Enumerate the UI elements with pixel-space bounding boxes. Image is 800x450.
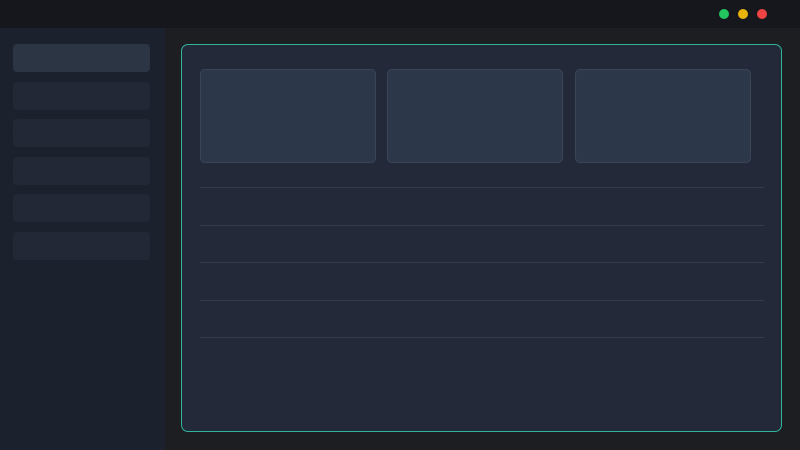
sidebar-item-3[interactable] (13, 119, 150, 147)
close-button[interactable] (757, 9, 767, 19)
summary-card-1[interactable] (200, 69, 376, 163)
sidebar-item-6[interactable] (13, 232, 150, 260)
sidebar-item-1[interactable] (13, 44, 150, 72)
table-row[interactable] (200, 263, 764, 300)
sidebar-item-4[interactable] (13, 157, 150, 185)
maximize-button[interactable] (719, 9, 729, 19)
sidebar-item-2[interactable] (13, 82, 150, 110)
row-divider (200, 337, 764, 338)
table-row[interactable] (200, 301, 764, 338)
table-row[interactable] (200, 226, 764, 263)
main-panel (181, 44, 782, 432)
sidebar-item-5[interactable] (13, 194, 150, 222)
app-window (0, 0, 800, 450)
summary-card-2[interactable] (387, 69, 563, 163)
title-bar (0, 0, 800, 28)
summary-card-3[interactable] (575, 69, 751, 163)
table-row[interactable] (200, 188, 764, 225)
sidebar (0, 28, 165, 450)
minimize-button[interactable] (738, 9, 748, 19)
